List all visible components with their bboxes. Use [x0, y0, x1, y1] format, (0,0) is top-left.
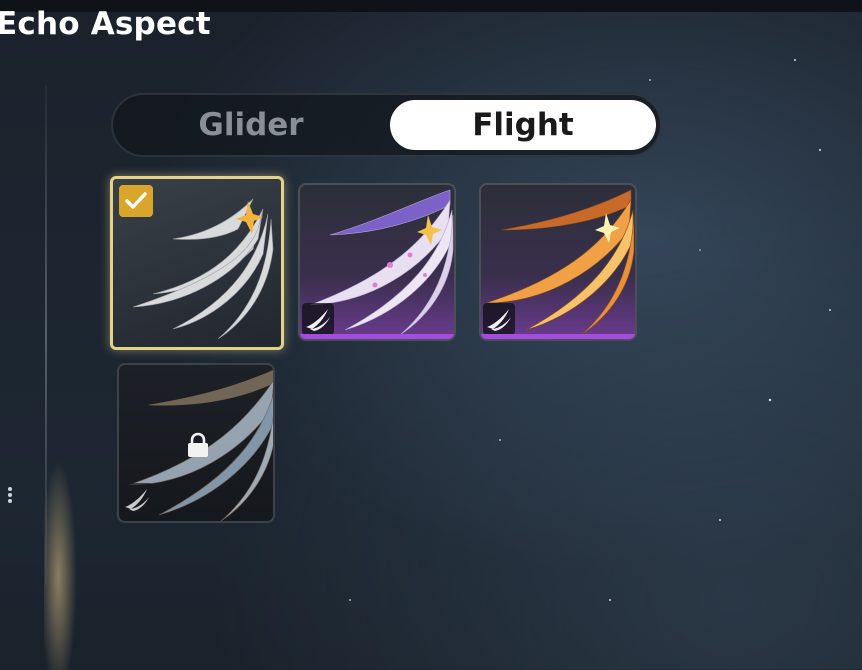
aspect-card-4-locked[interactable] [117, 363, 275, 523]
tab-flight[interactable]: Flight [390, 100, 656, 150]
wing-type-icon [302, 303, 334, 335]
more-options-icon[interactable] [8, 487, 12, 503]
rarity-bar [481, 334, 635, 339]
wing-type-icon [121, 483, 153, 515]
page-title: Echo Aspect [0, 6, 211, 42]
decorative-glow [44, 440, 80, 670]
aspect-card-2[interactable] [298, 183, 456, 341]
aspect-card-1[interactable] [110, 176, 284, 350]
wing-type-icon [483, 303, 515, 335]
aspect-card-3[interactable] [479, 183, 637, 341]
tab-glider[interactable]: Glider [141, 100, 361, 150]
lock-icon [188, 432, 208, 457]
rarity-bar [300, 334, 454, 339]
mode-toggle: Glider Flight [111, 93, 662, 157]
selected-check-icon [119, 185, 153, 217]
